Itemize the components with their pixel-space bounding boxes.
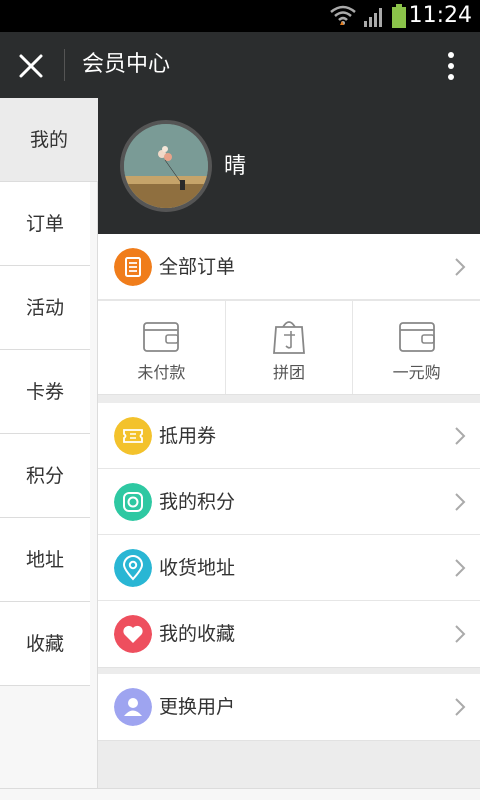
sidebar-item-favorites[interactable]: 收藏: [0, 602, 90, 686]
sidebar-item-address[interactable]: 地址: [0, 518, 90, 602]
title-bar: 会员中心: [0, 32, 480, 98]
unpaid-shortcut[interactable]: 未付款: [98, 301, 226, 394]
user-icon: [114, 688, 152, 726]
sidebar-item-orders[interactable]: 订单: [0, 182, 90, 266]
profile-header: 晴: [98, 98, 480, 234]
battery-icon: [392, 4, 406, 28]
bottom-navigation: [0, 788, 480, 800]
sidebar-item-label: 卡券: [25, 381, 64, 403]
one-yuan-shortcut[interactable]: 一元购: [353, 301, 480, 394]
sidebar-item-points[interactable]: 积分: [0, 434, 90, 518]
one-yuan-label: 一元购: [392, 363, 441, 382]
page-title: 会员中心: [82, 52, 171, 77]
points-label: 我的积分: [159, 491, 236, 513]
coupons-row[interactable]: 抵用券: [98, 403, 480, 469]
more-options-icon[interactable]: [438, 49, 464, 83]
chevron-right-icon: [455, 625, 466, 643]
shopping-bag-icon: [273, 321, 305, 354]
close-icon[interactable]: [14, 49, 48, 83]
avatar[interactable]: [120, 120, 212, 212]
location-pin-icon: [114, 549, 152, 587]
username: 晴: [224, 154, 247, 179]
wifi-icon: [330, 5, 356, 25]
menu-panel: 抵用券 我的积分 收货地址 我的收藏: [98, 403, 480, 668]
sidebar: 我的 订单 活动 卡券 积分 地址 收藏: [0, 98, 98, 800]
orders-panel: 全部订单 未付款 拼团 一元购: [98, 234, 480, 395]
sidebar-item-label: 收藏: [25, 633, 64, 655]
chevron-right-icon: [455, 698, 466, 716]
sidebar-item-activities[interactable]: 活动: [0, 266, 90, 350]
switch-user-label: 更换用户: [159, 696, 236, 718]
address-label: 收货地址: [159, 557, 236, 579]
group-buy-shortcut[interactable]: 拼团: [226, 301, 354, 394]
coupon-icon: [114, 417, 152, 455]
points-icon: [114, 483, 152, 521]
clock: 11:24: [408, 3, 472, 28]
coupons-label: 抵用券: [159, 425, 217, 447]
sidebar-item-label: 订单: [25, 213, 64, 235]
orders-list-icon: [114, 248, 152, 286]
favorites-label: 我的收藏: [159, 623, 236, 645]
sidebar-item-label: 活动: [25, 297, 64, 319]
status-bar: 11:24: [0, 0, 480, 32]
address-row[interactable]: 收货地址: [98, 535, 480, 601]
chevron-right-icon: [455, 559, 466, 577]
all-orders-label: 全部订单: [159, 256, 236, 278]
wallet-icon: [143, 322, 180, 352]
all-orders-row[interactable]: 全部订单: [98, 234, 480, 300]
chevron-right-icon: [455, 258, 466, 276]
unpaid-label: 未付款: [137, 363, 186, 382]
order-shortcuts: 未付款 拼团 一元购: [98, 300, 480, 394]
chevron-right-icon: [455, 427, 466, 445]
chevron-right-icon: [455, 493, 466, 511]
sidebar-item-coupons[interactable]: 卡券: [0, 350, 90, 434]
wallet-icon: [398, 322, 435, 352]
favorites-row[interactable]: 我的收藏: [98, 601, 480, 667]
sidebar-item-label: 积分: [25, 465, 64, 487]
heart-icon: [114, 615, 152, 653]
group-buy-label: 拼团: [273, 363, 306, 382]
title-divider: [64, 49, 65, 81]
switch-user-row[interactable]: 更换用户: [98, 674, 480, 740]
sidebar-item-label: 我的: [29, 129, 68, 151]
sidebar-item-label: 地址: [25, 549, 64, 571]
switch-user-panel: 更换用户: [98, 674, 480, 741]
signal-icon: [364, 8, 382, 27]
sidebar-item-mine[interactable]: 我的: [0, 98, 98, 182]
avatar-image: [124, 124, 208, 208]
points-row[interactable]: 我的积分: [98, 469, 480, 535]
